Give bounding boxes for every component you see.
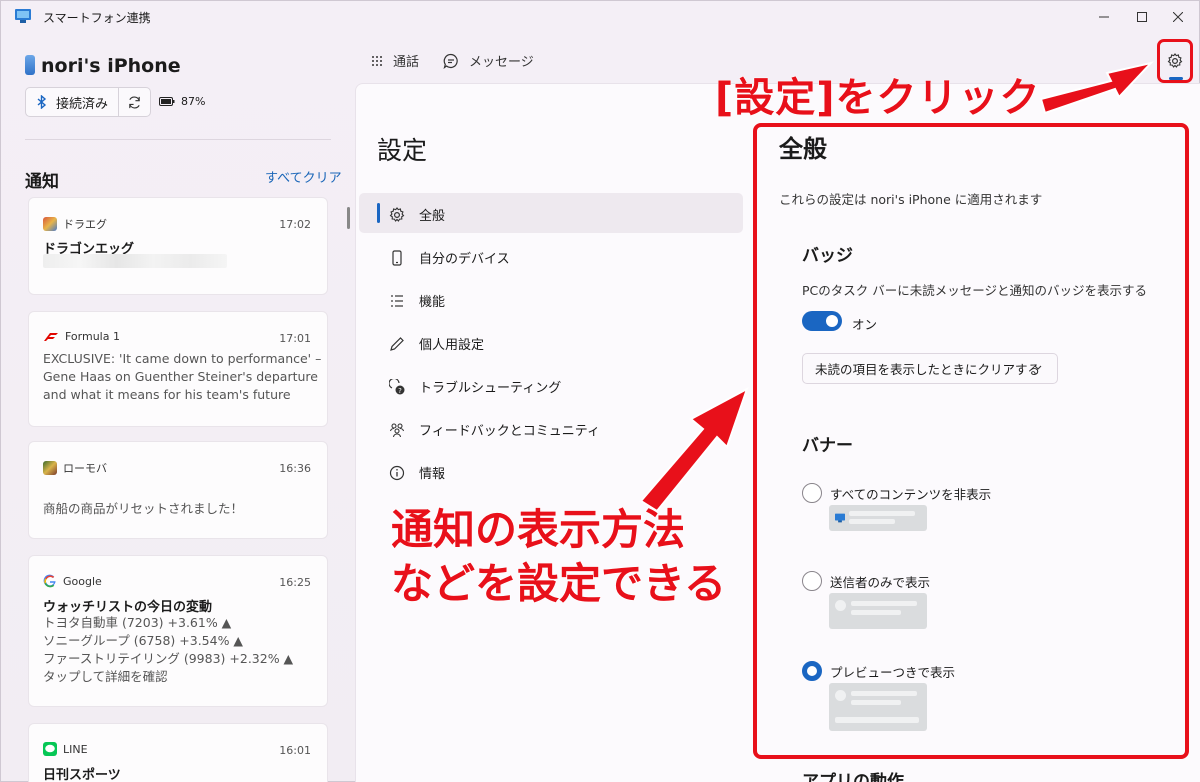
notification-card[interactable]: ドラエグ 17:02 ドラゴンエッグ	[28, 197, 328, 295]
gear-icon	[389, 206, 405, 222]
annotation-line: などを設定できる	[390, 559, 727, 609]
left-divider	[25, 139, 331, 140]
community-icon	[389, 422, 405, 437]
notification-card[interactable]: Google 16:25 ウォッチリストの今日の変動 トヨタ自動車 (7203)…	[28, 555, 328, 707]
svg-text:?: ?	[398, 387, 402, 395]
blurred-content	[43, 254, 227, 268]
notification-card[interactable]: LINE 16:01 日刊スポーツ	[28, 723, 328, 782]
window-title: スマートフォン連携	[43, 11, 151, 25]
tab-calls-label: 通話	[393, 55, 420, 70]
minimize-icon	[1099, 16, 1109, 18]
battery-icon	[159, 97, 175, 106]
phone-link-app-icon	[15, 9, 31, 23]
pen-icon	[390, 336, 404, 351]
nav-label: フィードバックとコミュニティ	[419, 424, 600, 439]
notification-app-name: ドラエグ	[63, 218, 107, 231]
pane-resize-handle[interactable]	[347, 207, 350, 229]
notification-title: ウォッチリストの今日の変動	[43, 600, 213, 615]
maximize-icon	[1137, 12, 1147, 22]
tab-calls[interactable]: 通話	[371, 51, 419, 70]
notification-app: LINE	[43, 742, 88, 756]
settings-nav-troubleshooting[interactable]: ? トラブルシューティング	[389, 377, 561, 396]
dragon-egg-app-icon	[43, 217, 57, 231]
refresh-button[interactable]	[119, 88, 150, 116]
lords-mobile-app-icon	[43, 461, 57, 475]
nav-label: 自分のデバイス	[419, 252, 510, 267]
iphone-icon	[25, 55, 35, 75]
tab-messages[interactable]: メッセージ	[443, 51, 534, 70]
notification-app-name: Formula 1	[65, 330, 120, 343]
bluetooth-icon	[37, 95, 47, 109]
annotation-line: 通知の表示方法	[390, 505, 686, 555]
info-icon	[389, 465, 405, 480]
dialpad-icon	[372, 55, 382, 66]
message-bubble-icon	[443, 53, 458, 69]
app-window: スマートフォン連携 nori's iPhone 接続済み 87% 通知 すべてク…	[0, 0, 1200, 782]
bluetooth-status-button[interactable]: 接続済み	[26, 88, 119, 116]
battery-level: 87%	[181, 95, 206, 108]
settings-title: 設定	[377, 136, 428, 165]
app-behavior-heading: アプリの動作	[802, 772, 904, 782]
troubleshoot-icon: ?	[389, 378, 405, 395]
line-app-icon	[43, 742, 57, 756]
device-name: nori's iPhone	[41, 55, 181, 77]
battery-status: 87%	[159, 95, 205, 108]
settings-nav-personalization[interactable]: 個人用設定	[389, 334, 484, 353]
notification-title: 日刊スポーツ	[43, 768, 121, 782]
notification-app-name: ローモバ	[63, 462, 107, 475]
nav-selection-indicator	[377, 203, 380, 223]
annotation-settings-ring	[1157, 39, 1193, 83]
notification-app: ローモバ	[43, 460, 107, 476]
nav-label: トラブルシューティング	[419, 381, 562, 396]
annotation-notification-settings: 通知の表示方法 などを設定できる	[390, 503, 727, 611]
notifications-title: 通知	[25, 172, 59, 192]
clear-all-link[interactable]: すべてクリア	[265, 167, 342, 186]
annotation-highlight-box	[753, 123, 1189, 759]
connection-status-control: 接続済み	[25, 87, 151, 117]
line-bubble-icon	[45, 744, 55, 753]
notification-app-name: LINE	[63, 742, 88, 756]
notification-app: ドラエグ	[43, 216, 107, 232]
formula1-app-icon	[44, 332, 58, 341]
tab-messages-label: メッセージ	[469, 55, 534, 70]
notification-body: EXCLUSIVE: 'It came down to performance'…	[43, 351, 322, 402]
nav-label: 個人用設定	[419, 338, 485, 353]
notification-time: 16:25	[279, 576, 311, 589]
notification-body: トヨタ自動車 (7203) +3.61% ▲ ソニーグループ (6758) +3…	[43, 615, 294, 684]
refresh-icon	[129, 96, 140, 108]
notification-time: 16:01	[279, 744, 311, 757]
notification-body: 商船の商品がリセットされました！	[43, 501, 244, 516]
notification-app: Formula 1	[43, 330, 120, 343]
close-icon	[1173, 12, 1183, 22]
settings-nav-general[interactable]: 全般	[389, 205, 445, 224]
settings-nav-feedback[interactable]: フィードバックとコミュニティ	[389, 420, 600, 439]
settings-nav-my-devices[interactable]: 自分のデバイス	[389, 248, 510, 267]
list-icon	[391, 294, 403, 307]
settings-nav-features[interactable]: 機能	[389, 291, 445, 310]
nav-label: 機能	[419, 295, 446, 310]
close-button[interactable]	[1155, 1, 1200, 33]
title-bar: スマートフォン連携	[1, 1, 1200, 33]
nav-label: 情報	[419, 467, 446, 482]
notification-time: 16:36	[279, 462, 311, 475]
nav-label: 全般	[419, 209, 446, 224]
google-app-icon	[43, 574, 56, 588]
notification-time: 17:02	[279, 218, 311, 231]
notification-app-name: Google	[63, 574, 102, 588]
notification-card[interactable]: Formula 1 17:01 EXCLUSIVE: 'It came down…	[28, 311, 328, 427]
annotation-click-settings: [設定]をクリック	[715, 75, 1041, 122]
connection-status-text: 接続済み	[56, 96, 109, 112]
settings-nav-about[interactable]: 情報	[389, 463, 445, 482]
notification-time: 17:01	[279, 332, 311, 345]
notification-card[interactable]: ローモバ 16:36 商船の商品がリセットされました！	[28, 441, 328, 539]
phone-icon	[392, 249, 402, 266]
notification-app: Google	[43, 574, 102, 588]
